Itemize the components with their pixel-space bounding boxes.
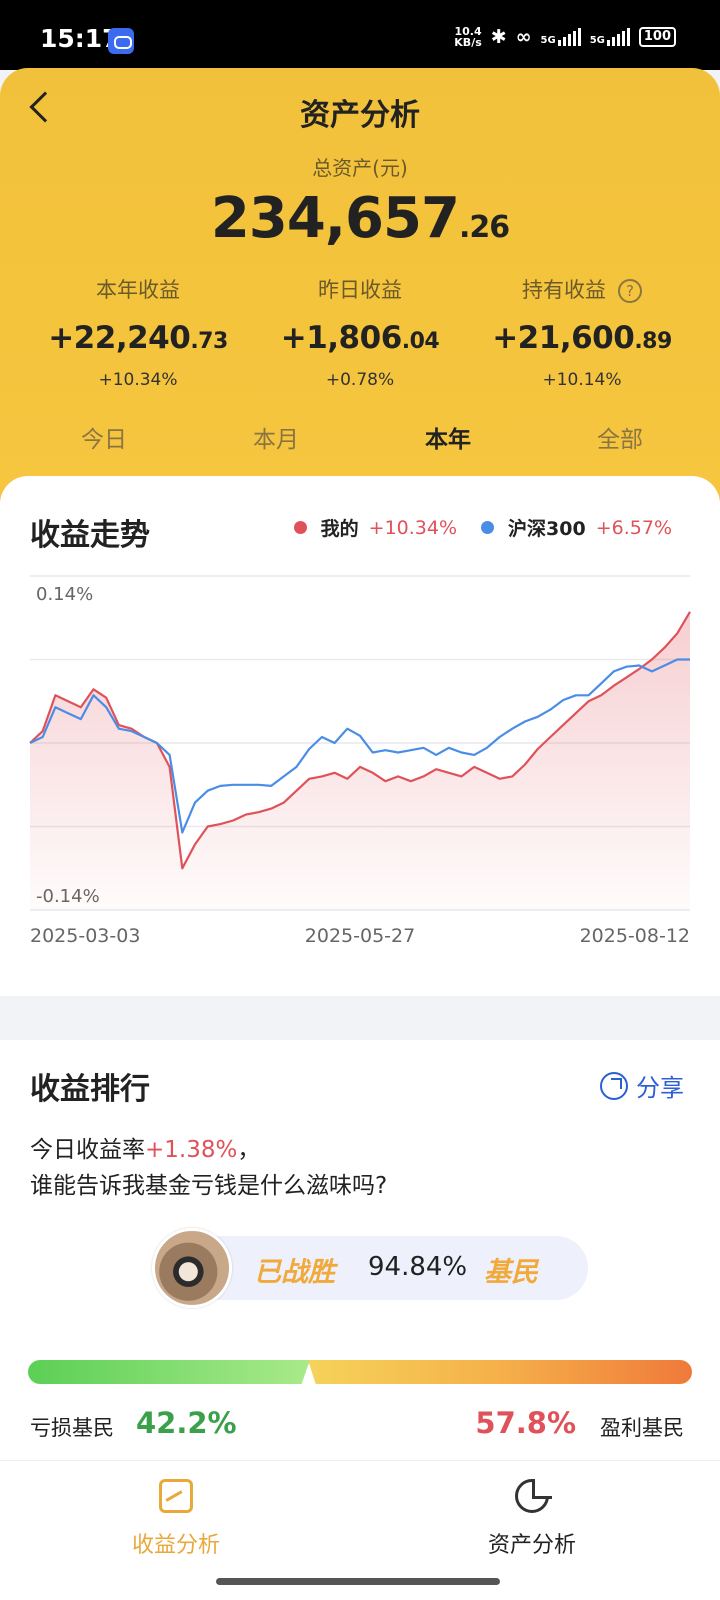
loss-label: 亏损基民	[30, 1416, 114, 1440]
nav-profit-analysis[interactable]: 收益分析	[86, 1479, 266, 1559]
share-button[interactable]: 分享	[600, 1068, 684, 1103]
beat-suffix: 基民	[484, 1257, 538, 1288]
legend-value-mine: +10.34%	[368, 516, 458, 539]
pie-chart-icon	[515, 1479, 552, 1513]
y-axis-top-label: 0.14%	[36, 584, 93, 605]
ranking-slogan: 谁能告诉我基金亏钱是什么滋味吗?	[30, 1173, 388, 1199]
loss-ratio-bar	[28, 1360, 310, 1384]
help-icon[interactable]: ?	[618, 279, 642, 303]
series-area-0	[30, 611, 690, 910]
page-title: 资产分析	[300, 98, 420, 133]
asset-header: 资产分析 总资产(元) 234,657.26 本年收益 +22,240.73 +…	[0, 68, 720, 508]
profit-ranking-card: 收益排行 分享 今日收益率+1.38%， 谁能告诉我基金亏钱是什么滋味吗? 已战…	[0, 1040, 720, 1460]
tab-all[interactable]: 全部	[534, 420, 706, 454]
network-speed: 10.4 KB/s	[454, 25, 482, 49]
chart-legend: 我的 +10.34% 沪深300 +6.57%	[293, 514, 672, 541]
total-assets-label: 总资产(元)	[312, 156, 408, 180]
stat-yesterday-profit: 昨日收益 +1,806.04 +0.78%	[280, 278, 440, 390]
gain-ratio-bar	[308, 1360, 692, 1384]
status-indicators: 10.4 KB/s ✱ ∞ 5G 5G 100	[454, 26, 676, 48]
tab-today[interactable]: 今日	[18, 420, 190, 454]
stat-year-profit: 本年收益 +22,240.73 +10.34%	[48, 278, 228, 390]
trend-chart-icon	[159, 1479, 193, 1513]
x-tick-label: 2025-08-12	[580, 925, 690, 947]
today-rate-text: 今日收益率+1.38%，	[30, 1137, 261, 1163]
legend-name-index: 沪深300	[508, 518, 586, 540]
legend-dot-mine	[293, 521, 307, 534]
card-title: 收益走势	[30, 518, 150, 553]
stat-holding-profit: 持有收益? +21,600.89 +10.14%	[492, 278, 672, 390]
total-assets-value: 234,657.26	[210, 186, 510, 251]
beat-label: 已战胜	[254, 1257, 335, 1288]
avatar	[152, 1228, 232, 1308]
nav-asset-analysis[interactable]: 资产分析	[442, 1479, 622, 1559]
bluetooth-icon: ✱	[490, 26, 507, 48]
legend-value-index: +6.57%	[595, 516, 672, 539]
period-tabs: 今日 本月 本年 全部	[0, 420, 720, 454]
signal-sim1-icon: 5G	[541, 28, 581, 46]
home-indicator[interactable]	[216, 1578, 500, 1585]
link-icon: ∞	[515, 26, 532, 48]
ranking-title: 收益排行	[30, 1072, 150, 1107]
tab-year[interactable]: 本年	[362, 420, 534, 454]
battery-icon: 100	[638, 27, 676, 47]
profit-trend-chart[interactable]: 0.14%-0.14%2025-03-032025-05-272025-08-1…	[0, 562, 720, 972]
x-tick-label: 2025-05-27	[305, 925, 415, 947]
share-icon	[600, 1071, 628, 1100]
tab-month[interactable]: 本月	[190, 420, 362, 454]
gain-percentage: 57.8%	[475, 1406, 576, 1440]
signal-sim2-icon: 5G	[590, 28, 630, 46]
x-tick-label: 2025-03-03	[30, 925, 140, 947]
gain-label: 盈利基民	[600, 1416, 684, 1440]
legend-name-mine: 我的	[320, 518, 359, 540]
status-bar: 15:17 10.4 KB/s ✱ ∞ 5G 5G 100	[0, 0, 720, 70]
app-notification-icon	[108, 28, 134, 54]
beat-percentage: 94.84%	[368, 1252, 468, 1282]
loss-percentage: 42.2%	[136, 1406, 237, 1440]
legend-dot-index	[481, 521, 495, 534]
profit-trend-card: 收益走势 我的 +10.34% 沪深300 +6.57% 0.14%-0.14%…	[0, 476, 720, 996]
